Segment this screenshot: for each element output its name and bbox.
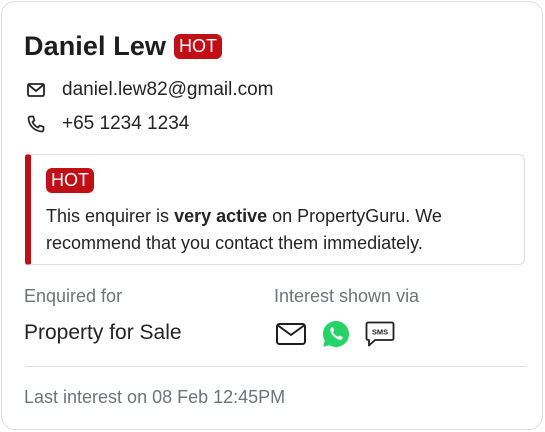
enquired-for-label: Enquired for	[24, 286, 123, 306]
divider	[25, 366, 526, 367]
envelope-icon	[26, 80, 46, 100]
last-interest: Last interest on 08 Feb 12:45PM	[24, 387, 286, 407]
phone-icon	[26, 114, 46, 134]
alert-hot-badge: HOT	[46, 168, 94, 193]
email-row[interactable]: daniel.lew82@gmail.com	[26, 78, 274, 102]
lead-card: Daniel Lew HOT daniel.lew82@gmail.com +6…	[1, 1, 543, 430]
alert-text-bold: very active	[174, 206, 268, 226]
contact-phone[interactable]: +65 1234 1234	[62, 113, 189, 135]
email-icon	[275, 321, 307, 347]
alert-message: This enquirer is very active on Property…	[46, 203, 516, 257]
contact-email[interactable]: daniel.lew82@gmail.com	[62, 79, 274, 101]
whatsapp-icon	[321, 319, 351, 349]
name-row: Daniel Lew HOT	[24, 30, 223, 62]
alert-text-before: This enquirer is	[46, 206, 175, 226]
sms-icon-label: SMS	[372, 328, 388, 337]
contact-name: Daniel Lew	[24, 30, 167, 61]
interest-channels: SMS	[275, 319, 395, 349]
sms-icon: SMS	[365, 320, 395, 348]
enquired-for-value: Property for Sale	[24, 321, 182, 344]
interest-label: Interest shown via	[274, 286, 420, 306]
hot-badge: HOT	[174, 33, 223, 59]
phone-row[interactable]: +65 1234 1234	[26, 112, 189, 136]
activity-alert: HOT This enquirer is very active on Prop…	[25, 154, 525, 265]
